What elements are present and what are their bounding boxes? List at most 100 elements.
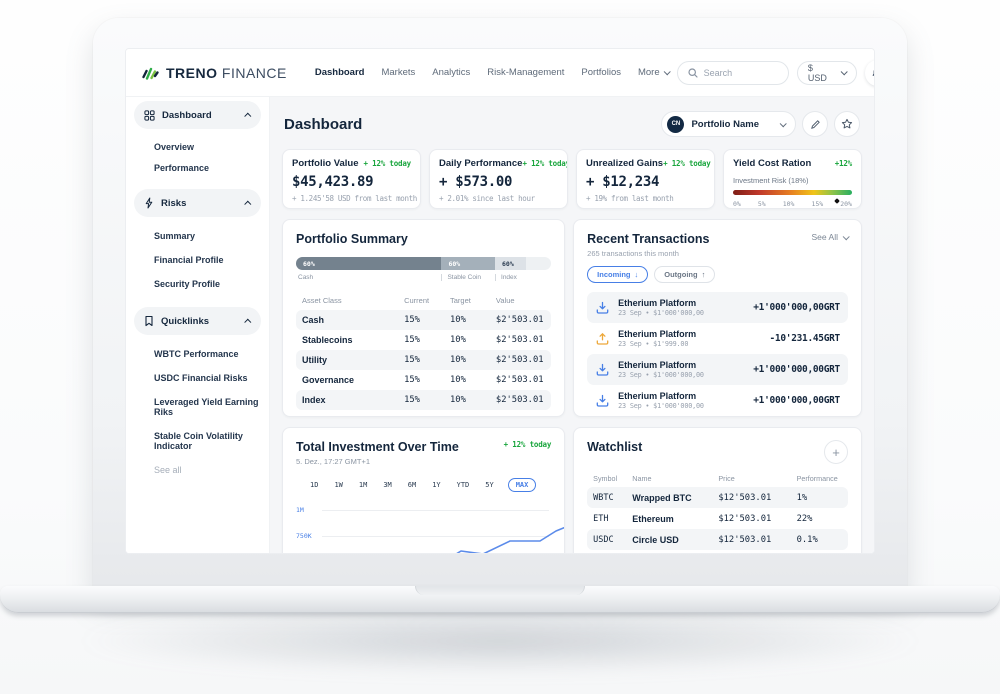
sidebar-risks-items: Summary Financial Profile Security Profi… [134,222,261,296]
cell-target: 10% [444,390,490,410]
cell-name: Wrapped BTC [626,487,712,508]
range-6m[interactable]: 6M [406,479,418,491]
brand-logo[interactable]: TRENO FINANCE [142,65,287,81]
range-max[interactable]: MAX [508,478,537,492]
risk-tick: 20% [840,200,852,208]
table-row[interactable]: Cash 15% 10% $2'503.01 [296,310,551,330]
cell-asset: Cash [296,310,398,330]
risk-tick: 15% [811,200,823,208]
stat-delta: + 12% today [364,159,411,168]
transaction-row[interactable]: Etherium Platform 23 Sep • $1'000'000,00… [587,292,848,323]
cell-price: $12'503.01 [712,508,790,529]
nav-more[interactable]: More [638,67,669,78]
outgoing-icon [595,332,610,346]
filter-incoming[interactable]: Incoming ↓ [587,266,648,283]
range-3m[interactable]: 3M [381,479,393,491]
cell-current: 15% [398,330,444,350]
transaction-row[interactable]: Etherium Platform 23 Sep • $1'999.00 -10… [587,323,848,354]
sidebar-dashboard-items: Overview Performance [134,134,261,178]
nav-markets[interactable]: Markets [381,67,415,78]
watchlist-table: Symbol Name Price Performance WBTC [587,470,848,550]
cell-current: 15% [398,370,444,390]
see-all-button[interactable]: See All [812,232,848,242]
search-input[interactable] [704,68,774,78]
star-icon [841,118,853,130]
col-value: Value [490,293,551,310]
allocation-label-stablecoin: Stable Coin [441,274,481,281]
cell-value: $2'503.01 [490,390,551,410]
sidebar-section-risks[interactable]: Risks [134,189,261,217]
notifications-button[interactable] [865,60,875,86]
sidebar-item-summary[interactable]: Summary [154,224,261,248]
page-header: Dashboard CN Portfolio Name [284,111,860,137]
table-row[interactable]: Stablecoins 15% 10% $2'503.01 [296,330,551,350]
transaction-amount: +1'000'000,00GRT [753,395,840,406]
add-watchlist-button[interactable]: + [824,440,848,464]
edit-portfolio-button[interactable] [802,111,828,137]
nav-more-label: More [638,67,660,78]
cell-value: $2'503.01 [490,350,551,370]
table-row[interactable]: Utility 15% 10% $2'503.01 [296,350,551,370]
cell-value: $2'503.01 [490,370,551,390]
portfolio-summary-card: Portfolio Summary 60% 60% 60% Cash Stabl… [282,219,565,417]
watchlist-row[interactable]: USDC Circle USD $12'503.01 0.1% [587,529,848,550]
transaction-row[interactable]: Etherium Platform 23 Sep • $1'000'000,00… [587,354,848,385]
sidebar-item-stable-coin-volatility[interactable]: Stable Coin Volatility Indicator [154,424,261,458]
cell-symbol: WBTC [587,487,626,508]
range-1y[interactable]: 1Y [430,479,442,491]
stat-value: $45,423.89 [292,174,411,190]
arrow-down-icon: ↓ [635,270,639,279]
transaction-name: Etherium Platform [618,298,704,309]
allocation-segment-stablecoin: 60% [441,257,495,270]
sidebar-item-financial-profile[interactable]: Financial Profile [154,248,261,272]
col-target: Target [444,293,490,310]
watchlist-row[interactable]: ETH Ethereum $12'503.01 22% [587,508,848,529]
filter-outgoing[interactable]: Outgoing ↑ [654,266,715,283]
table-row[interactable]: Index 15% 10% $2'503.01 [296,390,551,410]
allocation-segment-index: 60% [495,257,526,270]
nav-portfolios[interactable]: Portfolios [581,67,621,78]
range-1w[interactable]: 1W [332,479,344,491]
favorite-portfolio-button[interactable] [834,111,860,137]
range-5y[interactable]: 5Y [483,479,495,491]
sidebar-item-performance[interactable]: Performance [154,157,261,178]
table-row[interactable]: Governance 15% 10% $2'503.01 [296,370,551,390]
sidebar-section-quicklinks[interactable]: Quicklinks [134,307,261,335]
range-ytd[interactable]: YTD [455,479,472,491]
sidebar-item-usdc-financial-risks[interactable]: USDC Financial Risks [154,366,261,390]
stat-label: Daily Performance [439,158,522,169]
incoming-icon [595,363,610,377]
sidebar-item-leveraged-yield[interactable]: Leveraged Yield Earning Riks [154,390,261,424]
stat-card-portfolio-value[interactable]: Portfolio Value + 12% today $45,423.89 +… [282,149,421,209]
sidebar-item-overview[interactable]: Overview [154,136,261,157]
watchlist-row[interactable]: WBTC Wrapped BTC $12'503.01 1% [587,487,848,508]
sidebar-item-wbtc-performance[interactable]: WBTC Performance [154,342,261,366]
stat-card-daily-performance[interactable]: Daily Performance + 12% today + $573.00 … [429,149,568,209]
sidebar-section-dashboard[interactable]: Dashboard [134,101,261,129]
transaction-meta: 23 Sep • $1'000'000,00 [618,371,704,379]
cell-performance: 1% [791,487,848,508]
stat-card-yield-cost-ratio[interactable]: Yield Cost Ration +12% Investment Risk (… [723,149,862,209]
stat-subtext: + 1.245'58 USD from last month [292,194,411,203]
portfolio-selector[interactable]: CN Portfolio Name [661,111,796,137]
cell-current: 15% [398,350,444,370]
transaction-meta: 23 Sep • $1'000'000,00 [618,402,704,410]
chevron-up-icon [244,318,251,325]
currency-selector[interactable]: $ USD [797,61,857,85]
nav-analytics[interactable]: Analytics [432,67,470,78]
search-box[interactable] [677,61,789,85]
chevron-up-icon [244,200,251,207]
range-1m[interactable]: 1M [357,479,369,491]
y-axis-label: 750K [296,532,312,540]
stat-card-unrealized-gains[interactable]: Unrealized Gains + 12% today + $12,234 +… [576,149,715,209]
nav-dashboard[interactable]: Dashboard [315,67,365,78]
transaction-amount: +1'000'000,00GRT [753,302,840,313]
nav-risk-management[interactable]: Risk-Management [487,67,564,78]
sidebar-item-see-all[interactable]: See all [154,458,261,482]
range-1d[interactable]: 1D [308,479,320,491]
transaction-name: Etherium Platform [618,391,704,402]
transaction-row[interactable]: Etherium Platform 23 Sep • $1'000'000,00… [587,385,848,416]
grid-icon [144,110,155,121]
sidebar-item-security-profile[interactable]: Security Profile [154,272,261,296]
sidebar-section-label: Risks [161,198,186,209]
